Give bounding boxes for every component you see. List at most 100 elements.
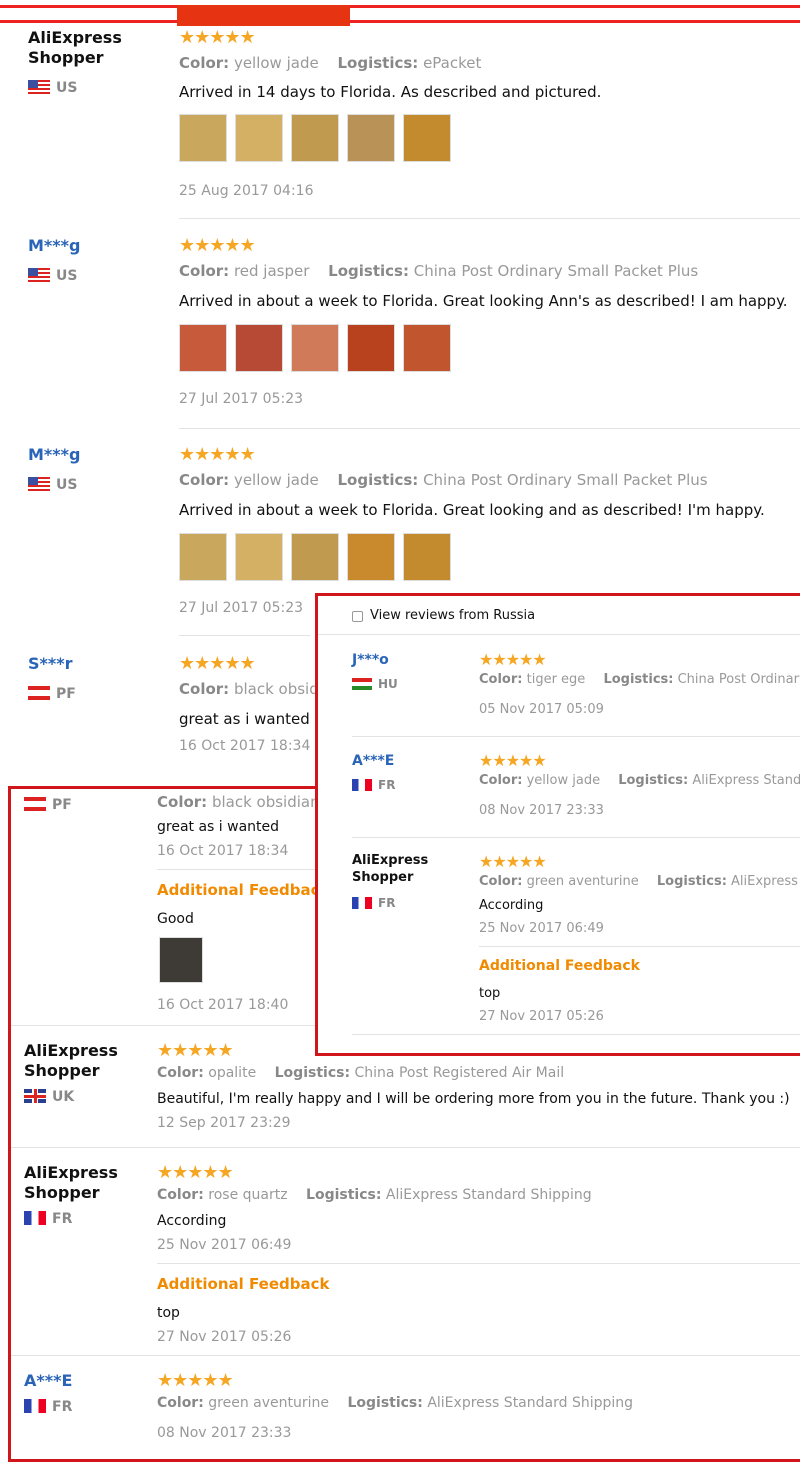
filter-label[interactable]: View reviews from Russia — [370, 608, 535, 623]
color-value: yellow jade — [526, 773, 601, 788]
reviewer-name-line2: Shopper — [24, 1061, 100, 1080]
reviewer-name-line1: AliExpress — [24, 1041, 118, 1060]
photo-thumbnail[interactable] — [291, 533, 339, 581]
reviewer-country: PF — [24, 797, 72, 813]
logistics-value: AliExpress Star — [731, 874, 800, 889]
review-attributes: Color: yellow jade Logistics: AliExpress… — [479, 773, 800, 788]
reviewer-name-line2: Shopper — [28, 48, 104, 67]
reviewer-country: UK — [24, 1089, 74, 1105]
logistics-value: China Post Registered Air Mail — [354, 1065, 565, 1081]
photo-thumbnail[interactable] — [403, 324, 451, 372]
divider — [318, 634, 800, 635]
logistics-value: China Post Ordinary Small Packet Plus — [413, 262, 699, 280]
star-rating: ★★★★★ — [479, 751, 547, 770]
reviewer-name[interactable]: J***o — [352, 650, 389, 670]
photo-thumbnail[interactable] — [235, 533, 283, 581]
review-attributes: Color: green aventurine Logistics: AliEx… — [157, 1395, 633, 1411]
review-attributes: Color: yellow jade Logistics: China Post… — [179, 471, 708, 489]
reviewer-country: US — [28, 268, 77, 284]
logistics-value: AliExpress Standard Shipping — [427, 1395, 634, 1411]
reviewer-name[interactable]: M***g — [28, 445, 80, 465]
country-code: PF — [52, 797, 72, 813]
review-attributes: Color: yellow jade Logistics: ePacket — [179, 54, 481, 72]
color-value: yellow jade — [233, 471, 319, 489]
review-date: 16 Oct 2017 18:34 — [179, 738, 311, 754]
color-label: Color: — [179, 54, 230, 72]
logistics-label: Logistics: — [618, 773, 689, 788]
view-reviews-checkbox[interactable] — [352, 611, 363, 622]
photo-thumbnail[interactable] — [347, 324, 395, 372]
hu-flag-icon — [352, 678, 372, 690]
review-text: Arrived in 14 days to Florida. As descri… — [179, 83, 602, 101]
review-text: According — [157, 1213, 227, 1229]
us-flag-icon — [28, 477, 50, 491]
logistics-label: Logistics: — [337, 471, 419, 489]
feedback-text: Good — [157, 911, 194, 927]
review-attributes: Color: green aventurine Logistics: AliEx… — [479, 874, 800, 889]
logistics-label: Logistics: — [347, 1395, 423, 1411]
star-rating: ★★★★★ — [179, 653, 256, 674]
color-value: green aventurine — [208, 1395, 329, 1411]
review-date: 05 Nov 2017 05:09 — [479, 702, 604, 717]
divider — [179, 218, 800, 219]
color-value: rose quartz — [208, 1187, 288, 1203]
logistics-value: ePacket — [423, 54, 482, 72]
review-attributes: Color: black obsid — [179, 680, 319, 698]
reviewer-name[interactable]: A***E — [352, 751, 394, 771]
color-value: black obsidian — [211, 793, 320, 811]
photo-thumbnail[interactable] — [179, 324, 227, 372]
logistics-label: Logistics: — [603, 672, 674, 687]
review-date: 27 Nov 2017 05:26 — [157, 1329, 292, 1345]
logistics-value: AliExpress Standard Shipping — [385, 1187, 592, 1203]
top-tab-bar — [0, 5, 800, 26]
fr-flag-icon — [24, 1211, 46, 1225]
photo-thumbnail[interactable] — [179, 533, 227, 581]
review-attributes: Color: tiger ege Logistics: China Post O… — [479, 672, 800, 687]
review-text: Arrived in about a week to Florida. Grea… — [179, 501, 765, 519]
photo-thumbnail[interactable] — [179, 114, 227, 162]
reviewer-name-line1: AliExpress — [352, 853, 429, 868]
us-flag-icon — [28, 268, 50, 282]
feedback-text: top — [157, 1305, 180, 1321]
photo-thumbnail[interactable] — [403, 533, 451, 581]
review-date: 08 Nov 2017 23:33 — [479, 803, 604, 818]
review-text: According — [479, 898, 544, 913]
photo-thumbnail[interactable] — [235, 324, 283, 372]
country-code: US — [56, 268, 78, 284]
feedback-text: top — [479, 986, 501, 1001]
reviewer-name: AliExpress Shopper — [28, 28, 122, 68]
review-date: 16 Oct 2017 18:34 — [157, 843, 289, 859]
reviewer-country: FR — [352, 896, 395, 910]
photo-thumbnail[interactable] — [347, 114, 395, 162]
photo-thumbnail[interactable] — [347, 533, 395, 581]
photo-thumbnail[interactable] — [235, 114, 283, 162]
reviewer-name[interactable]: A***E — [24, 1371, 72, 1391]
color-label: Color: — [157, 1395, 204, 1411]
photo-thumbnail[interactable] — [291, 324, 339, 372]
star-rating: ★★★★★ — [157, 1370, 234, 1391]
review-text: great as i wanted — [179, 710, 310, 728]
active-tab[interactable] — [177, 5, 350, 26]
fr-flag-icon — [352, 897, 372, 909]
pf-flag-icon — [28, 686, 50, 700]
color-label: Color: — [479, 874, 523, 889]
color-label: Color: — [479, 672, 523, 687]
reviewer-country: PF — [28, 686, 76, 702]
star-rating: ★★★★★ — [157, 1162, 234, 1183]
photo-thumbnail[interactable] — [159, 937, 203, 983]
color-value: black obsid — [233, 680, 319, 698]
photo-thumbnail[interactable] — [291, 114, 339, 162]
additional-feedback-heading: Additional Feedback — [157, 1275, 330, 1293]
color-value: green aventurine — [526, 874, 639, 889]
star-rating: ★★★★★ — [179, 444, 256, 465]
photo-thumbnail[interactable] — [403, 114, 451, 162]
review-text: Arrived in about a week to Florida. Grea… — [179, 292, 788, 310]
color-label: Color: — [179, 680, 230, 698]
review-text: great as i wanted — [157, 819, 280, 835]
review-photos — [179, 324, 451, 372]
pf-flag-icon — [24, 797, 46, 811]
divider — [479, 946, 800, 947]
review-attributes: Color: rose quartz Logistics: AliExpress… — [157, 1187, 592, 1203]
reviewer-name[interactable]: S***r — [28, 654, 73, 674]
reviewer-name[interactable]: M***g — [28, 236, 80, 256]
